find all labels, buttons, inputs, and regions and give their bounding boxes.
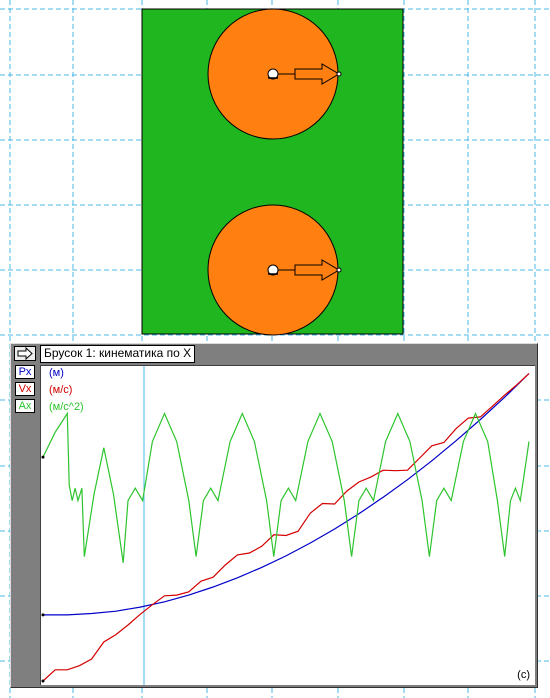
- plot-area[interactable]: (м) (м/с) (м/с^2) (с): [40, 365, 535, 685]
- series-line-vx: [42, 373, 530, 682]
- series-start-marker-px: [41, 613, 45, 617]
- series-line-px: [43, 373, 530, 616]
- unit-label-acceleration: (м/с^2): [49, 401, 84, 413]
- axle-circle-icon: [267, 68, 279, 80]
- x-axis-unit: (с): [517, 669, 530, 681]
- graph-window[interactable]: Брусок 1: кинематика по X Px Vx Ax (м) (…: [10, 343, 538, 688]
- series-line-ax: [42, 411, 530, 563]
- series-start-marker-vx: [41, 679, 45, 683]
- legend-vx-label: Vx: [18, 383, 32, 395]
- legend-vx-button[interactable]: Vx: [15, 382, 35, 396]
- legend-px-label: Px: [18, 366, 32, 378]
- legend-ax-label: Ax: [18, 400, 32, 412]
- graph-title: Брусок 1: кинематика по X: [40, 345, 196, 363]
- unit-label-position: (м): [49, 367, 64, 379]
- legend-ax-button[interactable]: Ax: [15, 399, 35, 413]
- plot-svg: [41, 366, 530, 685]
- legend-px-button[interactable]: Px: [15, 365, 35, 379]
- unit-label-velocity: (м/с): [49, 384, 73, 396]
- simulation-scene: [141, 8, 404, 336]
- axle-circle-icon: [267, 264, 279, 276]
- series-start-marker-ax: [41, 455, 45, 459]
- arrow-right-icon: [17, 346, 33, 361]
- graph-toggle-button[interactable]: [14, 346, 36, 361]
